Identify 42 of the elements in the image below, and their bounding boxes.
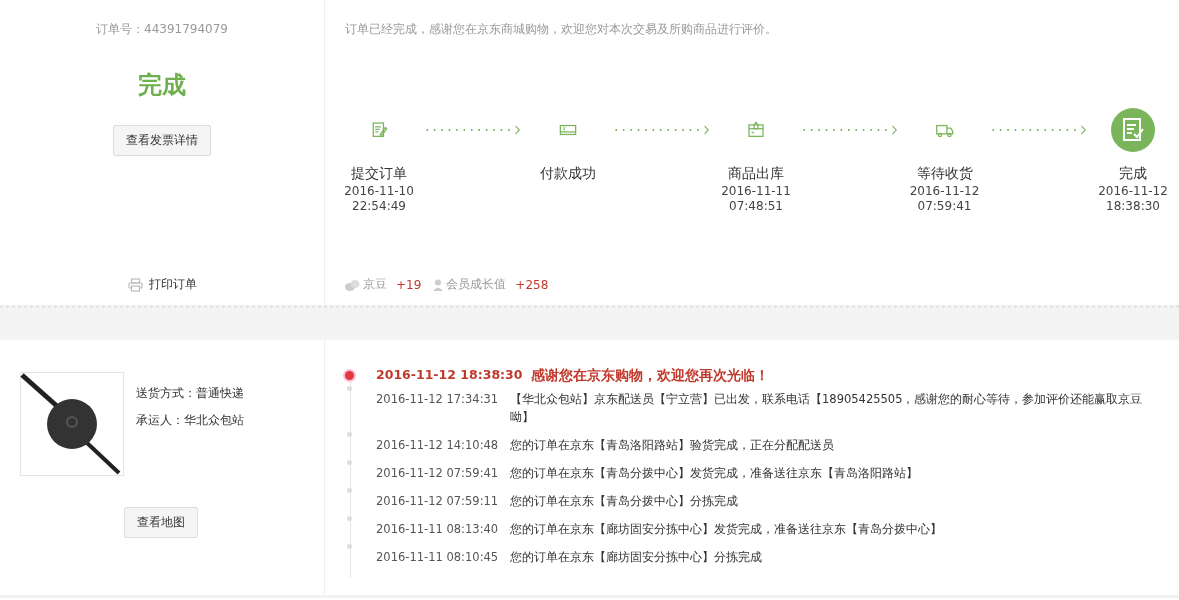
step-label: 提交订单 (351, 165, 407, 183)
step-label: 商品出库 (728, 165, 784, 183)
tracking-message: 您的订单在京东【青岛分拨中心】分拣完成 (510, 493, 739, 510)
print-order-link[interactable]: 打印订单 (148, 276, 197, 293)
step-time: 07:59:41 (917, 199, 972, 213)
delivery-method: 送货方式：普通快递 (136, 385, 244, 402)
tracking-message: 您的订单在京东【青岛分拨中心】发货完成，准备送往京东【青岛洛阳路站】 (510, 465, 919, 482)
step-label: 完成 (1119, 165, 1147, 183)
tracking-time: 2016-11-12 07:59:11 (375, 493, 500, 510)
printer-icon (127, 277, 143, 292)
step-date: 2016-11-10 (344, 184, 414, 198)
step-date: 2016-11-11 (721, 184, 791, 198)
carrier: 承运人：华北众包站 (136, 412, 244, 429)
order-notice: 订单已经完成，感谢您在京东商城购物，欢迎您对本次交易及所购商品进行评价。 (344, 21, 778, 38)
order-number: 订单号：44391794079 (96, 21, 228, 38)
tracking-time: 2016-11-12 14:10:48 (375, 437, 500, 454)
tracking-message: 您的订单在京东【廊坊固安分拣中心】发货完成，准备送往京东【青岛分拨中心】 (510, 521, 943, 538)
person-icon (433, 278, 444, 291)
tracking-time: 2016-11-12 07:59:41 (375, 465, 500, 482)
invoice-button[interactable]: 查看发票详情 (113, 125, 211, 156)
reward-value: +19 (396, 277, 422, 292)
step-time: 22:54:49 (352, 199, 406, 213)
tracking-message: 感谢您在京东购物，欢迎您再次光临！ (531, 366, 770, 384)
tracking-time: 2016-11-12 18:38:30 (375, 366, 524, 384)
step-date: 2016-11-12 (1098, 184, 1168, 198)
tracking-time: 2016-11-11 08:13:40 (375, 521, 500, 538)
step-time: 18:38:30 (1106, 199, 1160, 213)
tracking-time: 2016-11-12 17:34:31 (375, 391, 500, 408)
reward-label: 京豆 (363, 276, 387, 293)
tracking-message: 您的订单在京东【青岛洛阳路站】验货完成，正在分配配送员 (510, 437, 835, 454)
view-map-button[interactable]: 查看地图 (124, 507, 198, 538)
order-status: 完成 (138, 70, 186, 101)
beans-icon (345, 278, 360, 291)
tracking-time: 2016-11-11 08:10:45 (375, 549, 500, 566)
step-label: 付款成功 (539, 165, 596, 183)
reward-label: 会员成长值 (446, 276, 507, 293)
step-date: 2016-11-12 (909, 184, 980, 198)
tracking-message: 您的订单在京东【廊坊固安分拣中心】分拣完成 (510, 549, 763, 566)
step-time: 07:48:51 (729, 199, 783, 213)
reward-value: +258 (515, 277, 549, 292)
step-label: 等待收货 (916, 165, 973, 183)
tracking-message: 【华北众包站】京东配送员【宁立营】已出发，联系电话【18905425505，感谢您的耐心等待，参加评价还能赢取京豆呦】 (510, 391, 1144, 426)
